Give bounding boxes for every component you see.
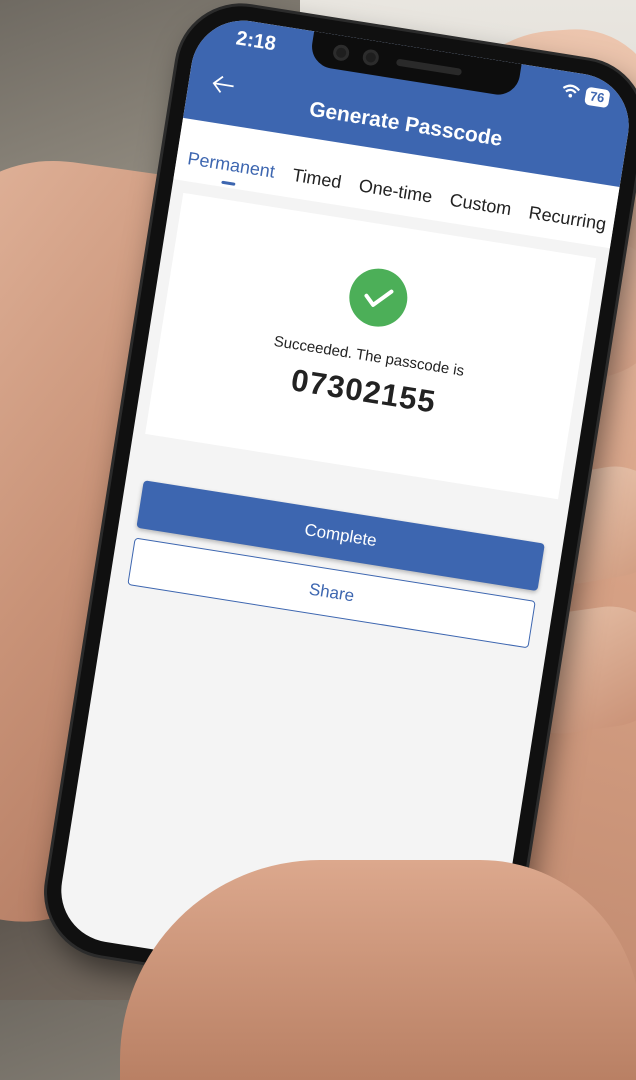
tab-one-time[interactable]: One-time: [347, 174, 443, 221]
result-card: Succeeded. The passcode is 07302155: [145, 192, 597, 500]
wifi-icon: [560, 81, 581, 105]
status-time: 2:18: [234, 27, 278, 56]
status-icons: 76: [560, 81, 611, 109]
tab-recurring[interactable]: Recurring: [517, 201, 617, 248]
battery-icon: 76: [583, 86, 611, 108]
speaker-grille: [395, 58, 463, 76]
tab-timed[interactable]: Timed: [280, 163, 352, 206]
tab-permanent[interactable]: Permanent: [175, 147, 285, 196]
camera-icon: [361, 48, 380, 67]
tab-custom[interactable]: Custom: [437, 188, 521, 233]
check-circle-icon: [345, 264, 412, 331]
camera-icon: [332, 43, 351, 62]
